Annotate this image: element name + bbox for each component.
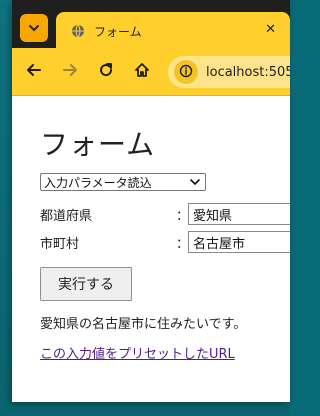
home-icon xyxy=(134,62,150,82)
site-info-button[interactable] xyxy=(174,60,198,84)
back-arrow-icon xyxy=(26,62,42,82)
tab-title: フォーム xyxy=(94,24,142,39)
chevron-down-icon xyxy=(28,19,40,38)
preset-select-value: 入力パラメータ読込 xyxy=(44,175,152,190)
tab-search-button[interactable] xyxy=(20,14,48,42)
run-button[interactable]: 実行する xyxy=(40,267,132,301)
browser-window: フォーム ✕ localhost:505 フォーム 入力パラメータ読込 都道府県… xyxy=(12,0,290,402)
forward-arrow-icon xyxy=(62,62,78,82)
preset-url-link[interactable]: この入力値をプリセットしたURL xyxy=(40,343,235,362)
tab-active[interactable]: フォーム ✕ xyxy=(56,12,290,50)
home-button[interactable] xyxy=(130,60,154,84)
forward-button[interactable] xyxy=(58,60,82,84)
preset-select[interactable]: 入力パラメータ読込 xyxy=(40,173,206,191)
globe-icon xyxy=(70,23,86,39)
city-label: 市町村 xyxy=(40,237,80,252)
city-input[interactable]: 名古屋市 xyxy=(188,231,290,253)
reload-button[interactable] xyxy=(94,60,118,84)
prefecture-label: 都道府県 xyxy=(40,209,93,224)
city-input-value: 名古屋市 xyxy=(193,236,246,252)
prefecture-input-value: 愛知県 xyxy=(193,208,233,224)
reload-icon xyxy=(98,62,114,82)
browser-toolbar: localhost:5050 xyxy=(12,48,290,96)
back-button[interactable] xyxy=(22,60,46,84)
site-info-icon xyxy=(179,63,193,82)
tab-strip: フォーム ✕ xyxy=(12,0,290,50)
chevron-down-icon xyxy=(189,176,201,191)
result-text: 愛知県の名古屋市に住みたいです。 xyxy=(40,317,247,332)
tab-close-button[interactable]: ✕ xyxy=(265,23,276,37)
prefecture-input[interactable]: 愛知県 xyxy=(188,203,290,225)
address-bar[interactable]: localhost:5050 xyxy=(168,56,290,88)
url-text: localhost:5050 xyxy=(206,64,290,80)
page-title: フォーム xyxy=(40,128,156,161)
page-content: フォーム 入力パラメータ読込 都道府県 ： 愛知県 市町村 ： 名古屋市 実行す… xyxy=(12,97,290,402)
